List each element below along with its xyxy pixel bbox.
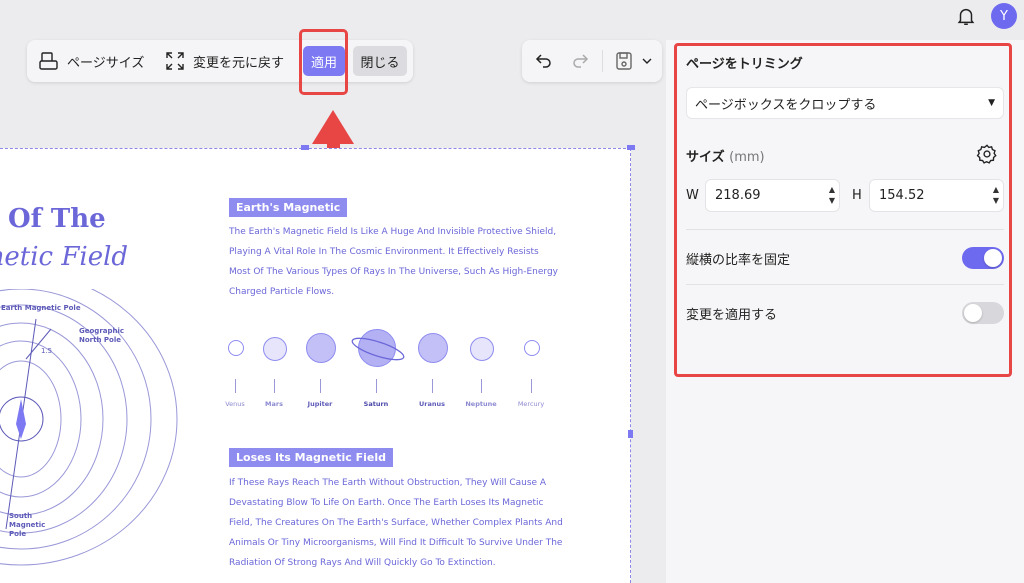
close-button[interactable]: 閉じる [353, 46, 407, 76]
user-avatar[interactable]: Y [991, 3, 1017, 29]
planet-uranus [418, 333, 448, 363]
edit-toolbar: ページサイズ 変更を元に戻す 適用 閉じる [27, 40, 413, 82]
north-pole-label: Geographic North Pole [79, 327, 125, 344]
toolbar-divider [602, 50, 603, 72]
planet-label: Jupiter [307, 400, 333, 408]
planet-line-uranus [432, 379, 433, 393]
planet-line-neptune [481, 379, 482, 393]
planet-mars [263, 337, 287, 361]
planet-label: Saturn [363, 400, 389, 408]
planet-jupiter [306, 333, 336, 363]
planet-line-saturn [376, 379, 377, 393]
angle-label: 1.5 [41, 347, 53, 355]
expand-arrows-icon [166, 52, 184, 70]
planet-line-jupiter [320, 379, 321, 393]
section1-paragraph: The Earth's Magnetic Field Is Like A Hug… [229, 227, 558, 297]
doc-title-line2: gnetic Field [0, 242, 129, 272]
section-tag-loses-magnetic: Loses Its Magnetic Field [229, 448, 393, 467]
redo-icon[interactable] [570, 51, 590, 71]
planet-venus [228, 340, 244, 356]
axis-label-top: Earth Magnetic Pole [1, 304, 81, 312]
history-toolbar [522, 40, 662, 82]
section-tag-earths-magnetic: Earth's Magnetic [229, 198, 348, 217]
planet-label: Neptune [465, 400, 497, 408]
saturn-ring-icon [351, 337, 405, 361]
panel-highlight-box [674, 43, 1012, 377]
page-size-button[interactable]: ページサイズ [39, 40, 144, 82]
apply-highlight-box [299, 29, 348, 95]
crop-handle-right[interactable] [628, 430, 633, 438]
south-pole-label: South Magnetic Pole [9, 512, 46, 538]
page-size-label: ページサイズ [67, 55, 145, 71]
section2-paragraph: If These Rays Reach The Earth Without Ob… [229, 478, 563, 568]
save-icon[interactable] [614, 51, 634, 71]
planet-line-mars [274, 379, 275, 393]
undo-icon[interactable] [534, 51, 554, 71]
page-size-icon [39, 52, 58, 70]
planet-line-mercury [531, 379, 532, 393]
revert-button[interactable]: 変更を元に戻す [165, 40, 284, 82]
planet-label: Mercury [517, 400, 545, 408]
planet-line-venus [235, 379, 236, 393]
crop-handle-top-right[interactable] [627, 145, 635, 150]
planet-label: Uranus [419, 400, 445, 408]
planet-mercury [524, 340, 540, 356]
chevron-down-icon[interactable] [640, 51, 654, 71]
doc-title-line1: Of The [8, 204, 106, 234]
bell-icon[interactable] [955, 4, 977, 28]
crop-handle-top[interactable] [301, 145, 309, 150]
document-page[interactable]: Of The gnetic Field Earth Magnetic Pole … [0, 145, 635, 583]
revert-label: 変更を元に戻す [193, 55, 285, 71]
planet-neptune [470, 337, 494, 361]
